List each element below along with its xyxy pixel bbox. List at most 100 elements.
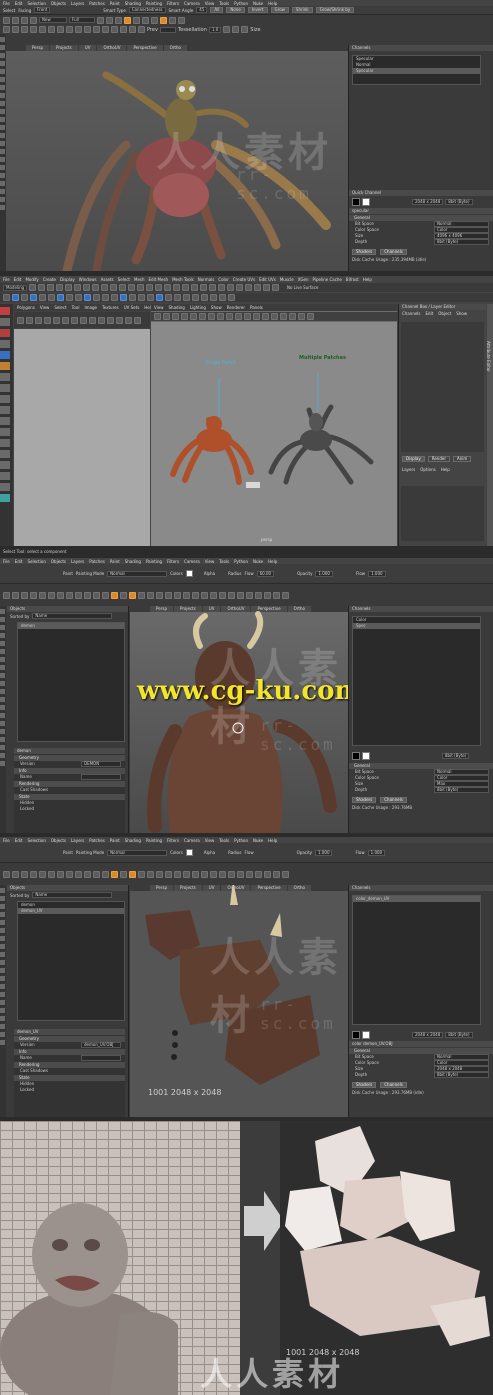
tool-icon[interactable] — [209, 284, 216, 291]
menu-item[interactable]: View — [40, 305, 50, 310]
color-swatch-white[interactable] — [362, 752, 370, 760]
menu-item[interactable]: Create — [43, 277, 56, 282]
menu-item[interactable]: Paint — [110, 1, 120, 6]
tool-icon[interactable] — [101, 284, 108, 291]
view-icon[interactable] — [244, 313, 251, 320]
tool-icon[interactable] — [138, 591, 145, 599]
tool-icon[interactable] — [228, 870, 235, 878]
tool-icon[interactable] — [254, 284, 261, 291]
menu-item[interactable]: Nuke — [253, 1, 263, 6]
view-icon[interactable] — [298, 313, 305, 320]
menu-item[interactable]: Selection — [27, 838, 45, 843]
menu-item[interactable]: Camera — [184, 1, 200, 6]
layout-icon[interactable] — [0, 395, 10, 403]
tool-icon[interactable] — [282, 591, 289, 599]
menu-item[interactable]: Mesh — [134, 277, 145, 282]
tool-icon[interactable] — [0, 705, 5, 710]
channel-item[interactable]: Spec — [353, 623, 480, 629]
menu-item[interactable]: Display — [60, 277, 75, 282]
shelf-icon[interactable] — [165, 294, 172, 301]
menu-item[interactable]: Nuke — [253, 559, 263, 564]
menu-item[interactable]: Camera — [184, 559, 200, 564]
paint-tool-icon[interactable] — [0, 329, 10, 337]
radius-field[interactable]: 60.00 — [256, 570, 275, 577]
tool-icon[interactable] — [133, 16, 140, 24]
tool-icon[interactable] — [48, 870, 55, 878]
tool-icon[interactable] — [129, 26, 136, 33]
tool-icon[interactable] — [0, 609, 5, 614]
tool-icon[interactable] — [0, 1032, 5, 1037]
tool-icon[interactable] — [0, 952, 5, 957]
tool-icon[interactable] — [21, 26, 28, 33]
tool-icon[interactable] — [0, 633, 5, 638]
menu-item[interactable]: Filters — [167, 838, 179, 843]
tool-icon[interactable] — [0, 189, 5, 194]
uv-tool-icon[interactable] — [17, 316, 24, 324]
tool-icon[interactable] — [0, 745, 5, 750]
layout-icon[interactable] — [0, 450, 10, 458]
uv-tool-icon[interactable] — [80, 316, 87, 324]
shelf-icon[interactable] — [12, 294, 19, 301]
tool-icon[interactable] — [84, 591, 91, 599]
menu-item[interactable]: Mesh Tools — [172, 277, 194, 282]
painting-mode-dropdown[interactable]: Normal — [107, 849, 168, 856]
menu-item[interactable]: Tools — [219, 1, 229, 6]
tool-icon[interactable] — [210, 870, 217, 878]
tool-icon[interactable] — [0, 928, 5, 933]
tool-icon[interactable] — [0, 181, 5, 186]
menu-item[interactable]: Bifrost — [346, 277, 359, 282]
menu-item[interactable]: Edit — [15, 838, 23, 843]
tool-icon[interactable] — [0, 737, 5, 742]
sort-dropdown[interactable]: Name — [32, 613, 113, 619]
tool-icon[interactable] — [0, 761, 5, 766]
tool-icon[interactable] — [173, 284, 180, 291]
tool-icon[interactable] — [128, 284, 135, 291]
tool-icon[interactable] — [12, 26, 19, 33]
tool-icon[interactable] — [97, 16, 104, 24]
tool-icon[interactable] — [0, 37, 5, 42]
menu-item[interactable]: Shading — [125, 1, 141, 6]
tool-icon[interactable] — [156, 870, 163, 878]
shelf-icon[interactable] — [102, 294, 109, 301]
tool-icon[interactable] — [0, 681, 5, 686]
layout-icon[interactable] — [0, 373, 10, 381]
view-icon[interactable] — [289, 313, 296, 320]
menu-item[interactable]: Python — [234, 1, 248, 6]
menu-item[interactable]: File — [3, 559, 10, 564]
tool-icon[interactable] — [210, 591, 217, 599]
menu-item[interactable]: Painting — [146, 1, 162, 6]
lasso-tool-icon[interactable] — [0, 318, 10, 326]
tool-icon[interactable] — [0, 197, 5, 202]
tool-icon[interactable] — [0, 157, 5, 162]
uv-tool-icon[interactable] — [98, 316, 105, 324]
tool-icon[interactable] — [0, 896, 5, 901]
tool-icon[interactable] — [272, 284, 279, 291]
tool-icon[interactable] — [102, 870, 109, 878]
tool-icon[interactable] — [255, 591, 262, 599]
3d-viewport[interactable]: Persp Projects UV OrthoUV Perspective Or… — [6, 45, 348, 271]
menu-item[interactable]: Edit — [15, 1, 23, 6]
tool-icon[interactable] — [183, 870, 190, 878]
tool-icon[interactable] — [29, 284, 36, 291]
tool-icon[interactable] — [102, 26, 109, 33]
view-icon[interactable] — [154, 313, 161, 320]
tool-icon[interactable] — [0, 93, 5, 98]
tool-icon[interactable] — [106, 16, 113, 24]
tool-icon[interactable] — [56, 284, 63, 291]
menu-item[interactable]: Assets — [101, 277, 114, 282]
shelf-icon[interactable] — [192, 294, 199, 301]
menu-item[interactable]: Painting — [146, 838, 162, 843]
menu-item[interactable]: Patches — [89, 838, 105, 843]
layout-icon[interactable] — [0, 461, 10, 469]
channel-item[interactable]: Specular — [353, 68, 480, 74]
tool-icon[interactable] — [30, 591, 37, 599]
view-icon[interactable] — [307, 313, 314, 320]
view-icon[interactable] — [172, 313, 179, 320]
menu-item[interactable]: Color — [218, 277, 228, 282]
layout-icon[interactable] — [0, 406, 10, 414]
tool-icon[interactable] — [92, 284, 99, 291]
menu-item[interactable]: File — [3, 277, 10, 282]
menu-item[interactable]: Channels — [402, 311, 421, 316]
tool-icon[interactable] — [0, 888, 5, 893]
tool-icon[interactable] — [0, 697, 5, 702]
